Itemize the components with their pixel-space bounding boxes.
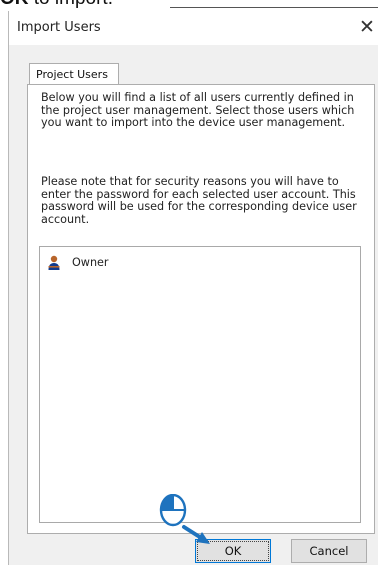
description-password: Please note that for security reasons yo…: [41, 175, 357, 226]
ok-button[interactable]: OK: [195, 539, 271, 563]
user-list[interactable]: Owner: [39, 246, 361, 523]
focus-ring: [197, 541, 269, 561]
dialog-title: Import Users: [17, 20, 101, 35]
instruction-caption: OK to import.: [0, 0, 113, 10]
caption-divider: [170, 7, 378, 8]
cancel-button[interactable]: Cancel: [291, 539, 367, 563]
user-icon: [48, 255, 60, 270]
dialog-titlebar: Import Users ✕: [9, 11, 378, 45]
user-name: Owner: [72, 256, 109, 269]
close-button[interactable]: ✕: [357, 16, 377, 38]
list-item[interactable]: Owner: [48, 255, 248, 271]
caption-bold: OK: [0, 0, 29, 9]
tab-label: Project Users: [36, 68, 108, 81]
tab-project-users[interactable]: Project Users: [29, 63, 119, 85]
cancel-label: Cancel: [309, 544, 349, 558]
tab-panel: Below you will find a list of all users …: [27, 84, 375, 534]
import-users-dialog: Import Users ✕ Project Users Below you w…: [8, 11, 378, 565]
caption-text: to import.: [29, 0, 113, 9]
description-list: Below you will find a list of all users …: [41, 91, 355, 130]
